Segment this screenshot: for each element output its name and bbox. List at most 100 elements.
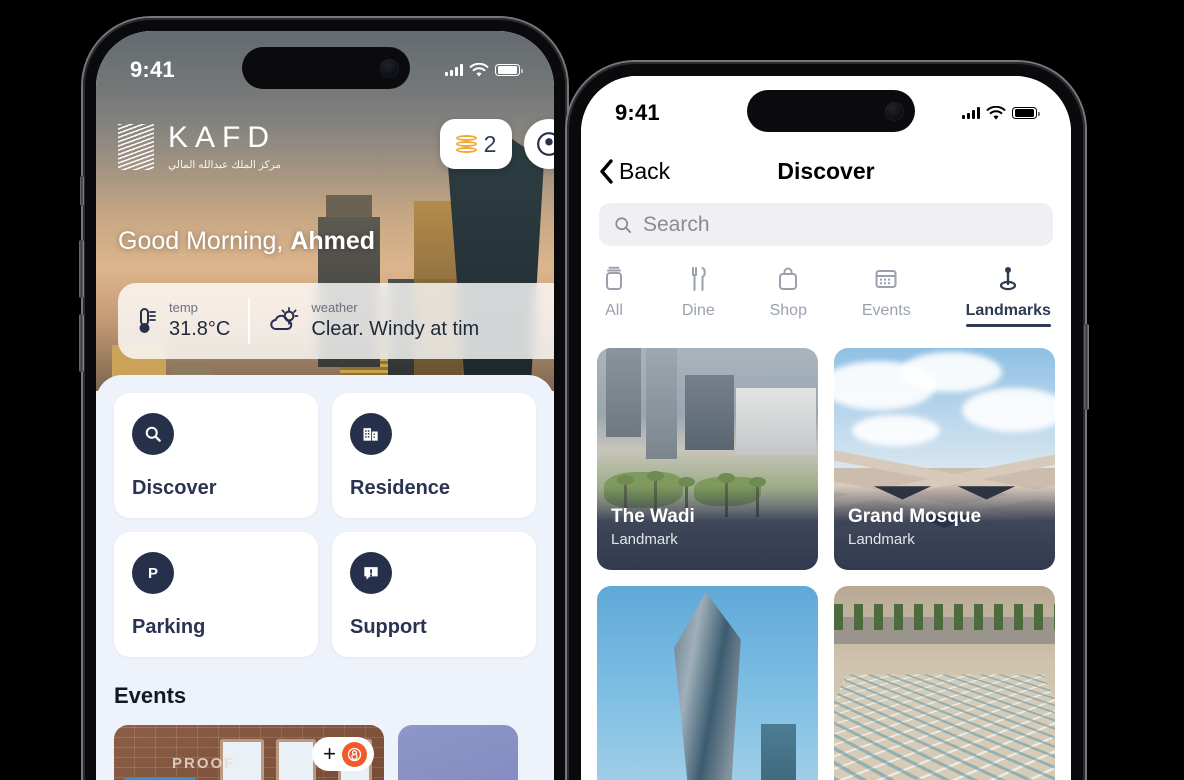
tab-label: Shop [769, 302, 807, 319]
right-phone-screen: 9:41 Back Discover Search All Dine Shop … [581, 76, 1071, 780]
search-icon [615, 216, 631, 233]
tab-shop[interactable]: Shop [770, 265, 807, 327]
quick-action-label: Parking [132, 616, 206, 638]
event-card[interactable] [398, 725, 518, 780]
landmark-cards-grid: The Wadi Landmark Grand Mosque Landmark [597, 348, 1055, 780]
quick-action-residence[interactable]: Residence [332, 393, 536, 518]
temp-label: temp [169, 300, 198, 316]
tab-all[interactable]: All [601, 265, 627, 327]
greeting-prefix: Good Morning, [118, 227, 291, 255]
shopping-bag-icon [779, 267, 798, 290]
tab-landmarks[interactable]: Landmarks [965, 265, 1051, 327]
left-phone-mute-switch[interactable] [80, 176, 84, 206]
event-reward-badge[interactable]: + [312, 737, 374, 771]
kafd-logo-mark [118, 124, 154, 170]
status-time: 9:41 [130, 57, 175, 82]
active-tab-indicator [965, 324, 1051, 327]
search-placeholder: Search [643, 212, 710, 236]
landmark-title: Grand Mosque [848, 506, 982, 527]
landmark-card-image [597, 586, 818, 780]
status-time: 9:41 [615, 100, 660, 125]
building-icon [350, 413, 392, 455]
event-card-window [276, 739, 316, 780]
search-input[interactable]: Search [599, 203, 1053, 246]
tab-dine[interactable]: Dine [682, 265, 715, 327]
back-label: Back [619, 157, 671, 184]
discover-screen: 9:41 Back Discover Search All Dine Shop … [581, 76, 1071, 780]
weather-value: Clear. Windy at tim [311, 317, 480, 340]
battery-icon [1012, 106, 1040, 120]
left-phone-frame: 9:41 KAFD مركز الملك عبدالله المالي 2 Go… [79, 18, 571, 780]
quick-action-support[interactable]: Support [332, 532, 536, 657]
left-phone-volume-up[interactable] [79, 240, 84, 298]
weather-section: weather Clear. Windy at tim [250, 300, 497, 341]
tab-label: All [605, 302, 623, 319]
temperature-section: temp 31.8°C [118, 300, 248, 341]
coins-count: 2 [483, 130, 497, 157]
left-dynamic-island [242, 47, 410, 89]
landmark-card[interactable] [834, 586, 1055, 780]
parking-icon: P [132, 552, 174, 594]
weather-info-card[interactable]: temp 31.8°C weather Clear. Windy at tim [118, 283, 554, 359]
wifi-icon [986, 105, 1006, 120]
wifi-icon [469, 62, 489, 77]
events-section-title: Events [114, 683, 187, 708]
quick-action-label: Discover [132, 477, 217, 499]
plus-icon: + [323, 741, 336, 766]
quick-action-label: Residence [350, 477, 451, 499]
tab-label: Landmarks [965, 302, 1051, 319]
support-chat-icon [350, 552, 392, 594]
right-phone-frame: 9:41 Back Discover Search All Dine Shop … [567, 62, 1089, 780]
svg-text:P: P [148, 565, 158, 582]
front-camera-lens [885, 101, 904, 121]
landmark-card-image [834, 586, 1055, 780]
event-card-brand-text: PROOF [172, 755, 236, 772]
landmark-card[interactable]: The Wadi Landmark [597, 348, 818, 570]
landmark-card[interactable] [597, 586, 818, 780]
right-phone-power-button[interactable] [1084, 324, 1089, 410]
weather-label: weather [311, 300, 358, 316]
kafd-logo: KAFD مركز الملك عبدالله المالي [118, 123, 281, 171]
event-card[interactable]: PROOF + [114, 725, 384, 780]
home-screen: 9:41 KAFD مركز الملك عبدالله المالي 2 Go… [96, 31, 554, 780]
fork-knife-icon [692, 267, 707, 291]
battery-icon [495, 63, 523, 77]
right-dynamic-island [747, 90, 915, 132]
tab-events[interactable]: Events [862, 265, 911, 327]
partly-cloudy-icon [270, 307, 299, 331]
landmark-title: The Wadi [611, 506, 695, 527]
back-button[interactable]: Back [599, 158, 670, 185]
landmark-card[interactable]: Grand Mosque Landmark [834, 348, 1055, 570]
quick-action-label: Support [350, 616, 427, 638]
home-content-sheet: Discover Residence P Parking Support Eve… [96, 375, 554, 780]
category-tabs: All Dine Shop Events Landmarks [581, 265, 1071, 327]
landmark-subtitle: Landmark [848, 531, 915, 548]
events-carousel[interactable]: PROOF + [96, 725, 554, 780]
greeting-text: Good Morning, Ahmed [118, 227, 375, 256]
coin-stack-icon [455, 134, 477, 154]
front-camera-lens [380, 58, 399, 78]
landmark-card-caption: Grand Mosque Landmark [834, 486, 1055, 570]
coins-balance-button[interactable]: 2 [440, 119, 512, 169]
search-icon [132, 413, 174, 455]
left-phone-screen: 9:41 KAFD مركز الملك عبدالله المالي 2 Go… [96, 31, 554, 780]
left-phone-volume-down[interactable] [79, 314, 84, 372]
quick-actions-grid: Discover Residence P Parking Support [96, 393, 554, 657]
quick-action-discover[interactable]: Discover [114, 393, 318, 518]
cellular-signal-icon [445, 64, 463, 76]
landmark-card-caption: The Wadi Landmark [597, 486, 818, 570]
stack-icon [606, 266, 622, 290]
greeting-username: Ahmed [290, 227, 376, 255]
kafd-logo-name-ar: مركز الملك عبدالله المالي [168, 159, 281, 171]
cellular-signal-icon [962, 107, 980, 119]
navigation-bar: Back Discover [581, 148, 1071, 194]
landmark-subtitle: Landmark [611, 531, 678, 548]
reward-coin-icon [342, 741, 367, 767]
user-circle-icon [537, 132, 554, 156]
temp-value: 31.8°C [169, 317, 231, 340]
kafd-logo-name-en: KAFD [168, 121, 277, 154]
map-pin-icon [1000, 267, 1017, 291]
quick-action-parking[interactable]: P Parking [114, 532, 318, 657]
chevron-left-icon [600, 158, 613, 184]
thermometer-icon [139, 308, 156, 333]
